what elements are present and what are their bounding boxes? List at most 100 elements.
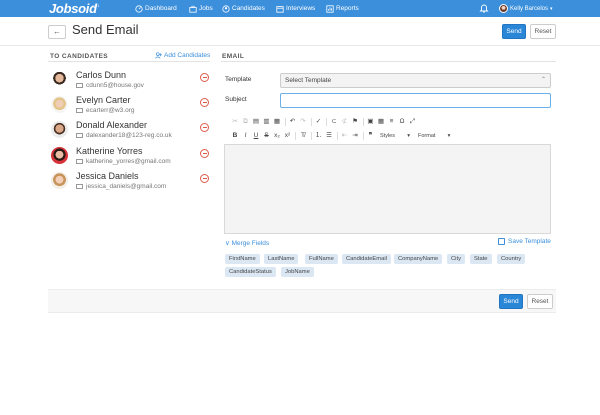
nav-candidates[interactable]: Candidates xyxy=(222,0,265,17)
nav-reports[interactable]: Reports xyxy=(326,0,359,17)
bulleted-list-icon[interactable]: ☰ xyxy=(324,131,334,141)
strikethrough-icon[interactable]: S xyxy=(262,131,272,141)
send-button-bottom[interactable]: Send xyxy=(499,294,523,309)
remove-candidate-button[interactable] xyxy=(200,123,209,132)
envelope-icon xyxy=(76,83,83,88)
candidate-name: Katherine Yorres xyxy=(76,146,143,156)
table-icon[interactable]: ▦ xyxy=(376,117,386,127)
unlink-icon[interactable]: ⊄ xyxy=(340,117,350,127)
to-candidates-heading: TO CANDIDATES xyxy=(50,53,109,60)
divider xyxy=(48,61,210,62)
candidate-item: Carlos Dunn cdunn5@house.gov xyxy=(51,70,211,94)
indent-icon[interactable]: ⇥ xyxy=(350,131,360,141)
remove-format-icon[interactable]: T̸ xyxy=(298,131,308,141)
merge-fields-toggle[interactable]: ∨ Merge Fields xyxy=(225,239,269,247)
nav-reports-label: Reports xyxy=(336,5,359,12)
candidate-email-row: jessica_daniels@gmail.com xyxy=(76,183,166,190)
reset-button-top[interactable]: Reset xyxy=(530,24,556,39)
candidate-item: Donald Alexander dalexander18@123-reg.co… xyxy=(51,120,211,144)
cut-icon[interactable]: ✂ xyxy=(230,117,240,127)
send-button-top[interactable]: Send xyxy=(502,24,526,39)
reset-button-bottom[interactable]: Reset xyxy=(527,294,553,309)
toolbar-separator xyxy=(310,118,312,126)
nav-dashboard[interactable]: Dashboard xyxy=(135,0,177,17)
outdent-icon[interactable]: ⇤ xyxy=(340,131,350,141)
bold-icon[interactable]: B xyxy=(230,131,240,141)
italic-icon[interactable]: I xyxy=(241,131,251,141)
email-body-editor[interactable] xyxy=(224,144,551,234)
merge-field-tag[interactable]: Country xyxy=(497,254,526,264)
paste-text-icon[interactable]: ▥ xyxy=(262,117,272,127)
chevron-down-icon: ▾ xyxy=(550,5,553,12)
envelope-icon xyxy=(76,184,83,189)
toolbar-separator xyxy=(362,132,364,140)
save-template-link[interactable]: Save Template xyxy=(498,238,551,245)
avatar xyxy=(51,96,68,113)
merge-field-tag[interactable]: City xyxy=(447,254,465,264)
styles-dropdown[interactable]: Styles ▾ xyxy=(380,133,410,139)
superscript-icon[interactable]: x² xyxy=(283,131,293,141)
merge-field-tag[interactable]: JobName xyxy=(281,267,314,277)
toolbar-separator xyxy=(310,132,312,140)
candidate-name: Evelyn Carter xyxy=(76,95,131,105)
paste-word-icon[interactable]: ▦ xyxy=(272,117,282,127)
subject-label: Subject xyxy=(225,96,247,103)
nav-interviews[interactable]: Interviews xyxy=(276,0,315,17)
user-avatar xyxy=(499,4,508,13)
nav-candidates-label: Candidates xyxy=(232,5,265,12)
format-dropdown[interactable]: Format ▾ xyxy=(418,133,450,139)
copy-icon[interactable]: ⧉ xyxy=(241,117,251,127)
underline-icon[interactable]: U xyxy=(251,131,261,141)
template-label: Template xyxy=(225,76,252,83)
avatar xyxy=(51,172,68,189)
merge-fields-label: Merge Fields xyxy=(231,240,270,247)
envelope-icon xyxy=(76,108,83,113)
redo-icon[interactable]: ↷ xyxy=(298,117,308,127)
merge-field-tag[interactable]: State xyxy=(470,254,492,264)
remove-candidate-button[interactable] xyxy=(200,149,209,158)
maximize-icon[interactable]: ⤢ xyxy=(408,117,418,127)
remove-candidate-button[interactable] xyxy=(200,73,209,82)
special-char-icon[interactable]: Ω xyxy=(397,117,407,127)
add-candidates-link[interactable]: Add Candidates xyxy=(155,52,210,59)
arrow-left-icon: ← xyxy=(53,27,61,36)
styles-label: Styles xyxy=(380,133,395,139)
app-logo[interactable]: Jobsoid xyxy=(49,0,97,17)
add-user-icon xyxy=(155,52,162,59)
anchor-flag-icon[interactable]: ⚑ xyxy=(350,117,360,127)
horizontal-rule-icon[interactable]: ≡ xyxy=(387,117,397,127)
numbered-list-icon[interactable]: ⒈ xyxy=(314,131,324,141)
image-icon[interactable]: ▣ xyxy=(366,117,376,127)
merge-field-tag[interactable]: CompanyName xyxy=(394,254,443,264)
spellcheck-icon[interactable]: ✓ xyxy=(314,117,324,127)
subscript-icon[interactable]: x₂ xyxy=(272,131,282,141)
subject-input[interactable] xyxy=(280,93,551,108)
save-icon xyxy=(498,238,505,245)
candidate-name: Jessica Daniels xyxy=(76,171,139,181)
add-candidates-label: Add Candidates xyxy=(164,52,211,59)
merge-field-tag[interactable]: CandidateEmail xyxy=(342,254,391,264)
paste-icon[interactable]: ▤ xyxy=(251,117,261,127)
bell-icon[interactable] xyxy=(479,3,489,13)
blockquote-icon[interactable]: ❞ xyxy=(366,131,376,141)
merge-field-tag[interactable]: LastName xyxy=(264,254,299,264)
remove-candidate-button[interactable] xyxy=(200,174,209,183)
divider xyxy=(221,61,556,62)
interviews-icon xyxy=(276,5,284,13)
merge-field-tag[interactable]: FirstName xyxy=(225,254,260,264)
nav-jobs[interactable]: Jobs xyxy=(189,0,213,17)
page-title: Send Email xyxy=(72,22,139,37)
toolbar-separator xyxy=(336,132,338,140)
back-button[interactable]: ← xyxy=(48,25,66,39)
avatar xyxy=(51,71,68,88)
template-select[interactable]: Select Template ⌃ xyxy=(280,73,551,88)
merge-field-tag[interactable]: CandidateStatus xyxy=(225,267,276,277)
candidate-name: Carlos Dunn xyxy=(76,70,127,80)
merge-field-tag[interactable]: FullName xyxy=(305,254,338,264)
user-menu[interactable]: Kelly Barcelos ▾ xyxy=(499,0,553,17)
link-icon[interactable]: ⊂ xyxy=(329,117,339,127)
editor-toolbar-row-2: B I U S x₂ x² T̸ ⒈ ☰ ⇤ ⇥ ❞ Styles ▾ Form… xyxy=(230,131,454,141)
undo-icon[interactable]: ↶ xyxy=(288,117,298,127)
nav-interviews-label: Interviews xyxy=(286,5,316,12)
remove-candidate-button[interactable] xyxy=(200,98,209,107)
